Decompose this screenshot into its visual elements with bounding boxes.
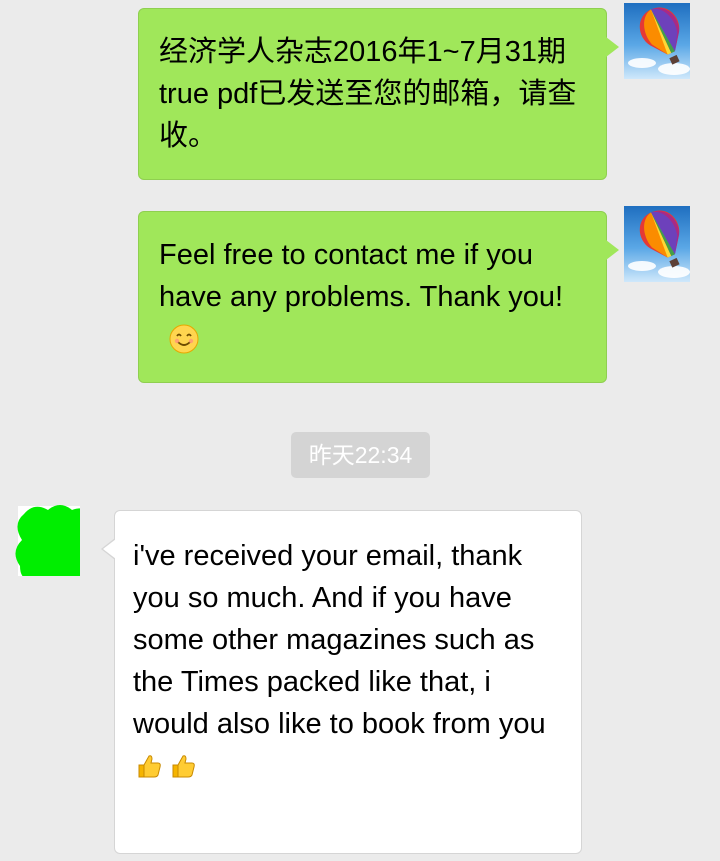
message-bubble-sent[interactable]: 经济学人杂志2016年1~7月31期true pdf已发送至您的邮箱，请查收。 bbox=[138, 8, 619, 180]
message-text-body: Feel free to contact me if you have any … bbox=[159, 239, 564, 313]
timestamp-chip: 昨天22:34 bbox=[291, 432, 430, 478]
message-text: 经济学人杂志2016年1~7月31期true pdf已发送至您的邮箱，请查收。 bbox=[159, 36, 577, 152]
smiling-face-emoji-icon bbox=[169, 324, 199, 366]
message-text: Feel free to contact me if you have any … bbox=[159, 234, 586, 366]
message-text-body: i've received your email, thank you so m… bbox=[133, 540, 546, 740]
my-avatar-balloon-icon[interactable] bbox=[624, 3, 690, 79]
thumbs-up-emoji-icon bbox=[135, 750, 163, 792]
thumbs-up-emoji-icon bbox=[169, 750, 197, 792]
message-text: i've received your email, thank you so m… bbox=[133, 535, 563, 792]
my-avatar-balloon-icon[interactable] bbox=[624, 206, 690, 282]
message-bubble-received[interactable]: i've received your email, thank you so m… bbox=[101, 510, 582, 854]
contact-avatar-icon[interactable] bbox=[14, 500, 80, 576]
message-bubble-sent[interactable]: Feel free to contact me if you have any … bbox=[138, 211, 619, 383]
